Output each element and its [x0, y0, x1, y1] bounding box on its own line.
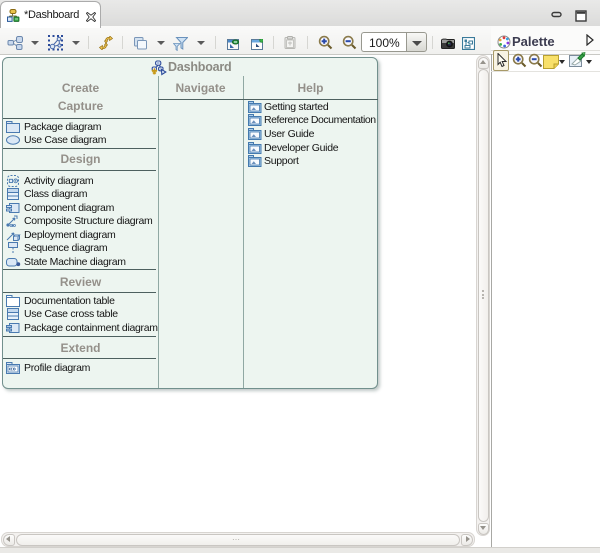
svg-text:«»: «» — [9, 366, 17, 373]
